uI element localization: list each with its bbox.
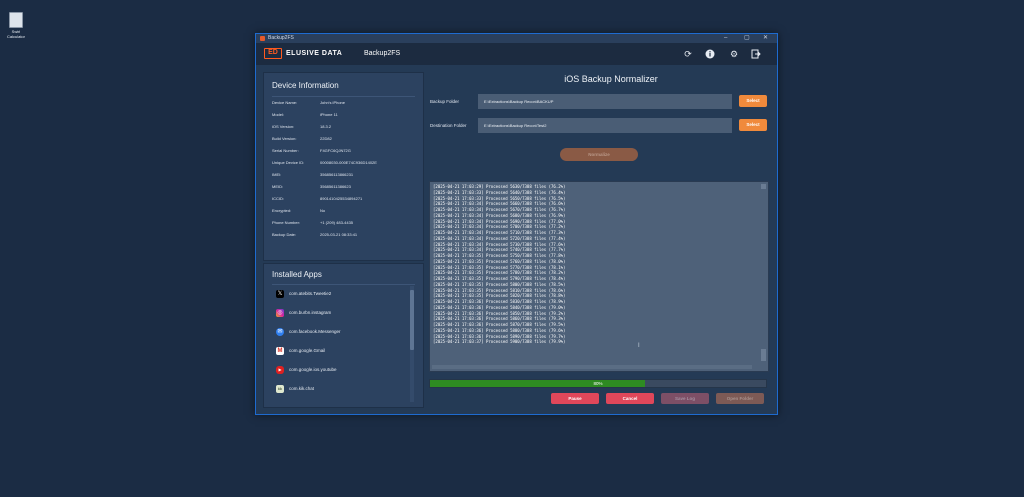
gmail-icon: M: [276, 347, 284, 355]
field-label: Device Name:: [272, 100, 298, 105]
app-name: com.atebits.Tweetie2: [289, 291, 332, 296]
device-info-title: Device Information: [272, 81, 339, 90]
app-name: com.burbn.instagram: [289, 310, 332, 315]
destination-folder-input[interactable]: [478, 118, 732, 133]
field-label: Build Version:: [272, 136, 297, 141]
log-text: [2025-04-21 17:03:29] Processed 5630/738…: [433, 184, 566, 345]
refresh-icon[interactable]: ⟳: [682, 48, 694, 60]
instagram-icon: ◎: [276, 309, 284, 317]
backup-folder-input[interactable]: [478, 94, 732, 109]
open-folder-button[interactable]: Open Folder: [716, 393, 764, 404]
app-name: Backup2FS: [364, 50, 401, 57]
apps-scrollbar[interactable]: [410, 286, 414, 402]
desktop-icon-swirl-calculator[interactable]: Swirl Calculator: [6, 12, 26, 39]
field-value: 35685611386623: [320, 184, 351, 189]
field-value: No: [320, 208, 326, 213]
elusive-data-logo: ED: [264, 48, 282, 59]
field-value: 22D82: [320, 136, 332, 141]
device-info-panel: Device Information Device Name: John's i…: [263, 72, 424, 261]
field-label: Serial Number:: [272, 148, 299, 153]
desktop-icon-label: Swirl Calculator: [6, 29, 25, 39]
brand-name: ELUSIVE DATA: [286, 50, 343, 57]
field-label: Phone Number:: [272, 220, 301, 225]
info-icon[interactable]: [704, 48, 716, 60]
field-label: ICCID:: [272, 196, 284, 201]
field-value: +1 (209) 483-4435: [320, 220, 354, 225]
progress-bar: 80%: [429, 379, 767, 388]
field-value: iPhone 11: [320, 112, 338, 117]
field-label: Backup Date:: [272, 232, 297, 237]
app-name: com.google.ios.youtube: [289, 367, 337, 372]
app-window: Backup2FS – ▢ ✕ ED ELUSIVE DATA Backup2F…: [255, 33, 778, 415]
progress-label: 80%: [593, 381, 603, 386]
text-cursor-icon: I: [638, 343, 640, 349]
select-backup-folder-button[interactable]: Select: [739, 95, 767, 107]
field-value: 2025-03-21 08:33:41: [320, 232, 358, 237]
field-value: 356856113866231: [320, 172, 354, 177]
field-value: John's iPhone: [320, 100, 346, 105]
log-horizontal-scrollbar[interactable]: [432, 365, 752, 369]
divider: [272, 96, 415, 97]
window-title: Backup2FS: [268, 35, 294, 41]
calculator-icon: [9, 12, 23, 28]
app-icon: [260, 36, 265, 41]
installed-apps-title: Installed Apps: [272, 270, 322, 279]
app-name: com.kik.chat: [289, 386, 315, 391]
messenger-icon: ✉: [276, 328, 284, 336]
gear-icon[interactable]: ⚙: [728, 48, 740, 60]
field-label: MEID:: [272, 184, 284, 189]
page-title: iOS Backup Normalizer: [564, 74, 658, 84]
log-output[interactable]: [2025-04-21 17:03:29] Processed 5630/738…: [429, 181, 769, 372]
field-label: Model:: [272, 112, 285, 117]
app-name: com.google.Gmail: [289, 348, 326, 353]
title-bar[interactable]: Backup2FS – ▢ ✕: [256, 34, 777, 43]
cancel-button[interactable]: Cancel: [606, 393, 654, 404]
select-destination-folder-button[interactable]: Select: [739, 119, 767, 131]
field-label: Unique Device ID:: [272, 160, 305, 165]
field-label: iOS Version:: [272, 124, 295, 129]
field-label: Encrypted:: [272, 208, 292, 213]
pause-button[interactable]: Pause: [551, 393, 599, 404]
field-value: 8901410425534894271: [320, 196, 363, 201]
field-value: 00008030-000E74C936D1402E: [320, 160, 377, 165]
maximize-button[interactable]: ▢: [744, 34, 750, 43]
backup-folder-label: Backup Folder: [430, 99, 460, 104]
x-icon: 𝕏: [276, 290, 284, 298]
minimize-button[interactable]: –: [724, 34, 727, 43]
destination-folder-label: Destination Folder: [430, 123, 467, 128]
scroll-up-arrow[interactable]: [761, 184, 766, 189]
exit-icon[interactable]: [750, 48, 762, 60]
scrollbar-thumb[interactable]: [410, 290, 414, 350]
close-button[interactable]: ✕: [763, 34, 768, 43]
installed-apps-panel: Installed Apps 𝕏 com.atebits.Tweetie2 ◎ …: [263, 263, 424, 408]
kik-icon: kik: [276, 385, 284, 393]
field-value: 18.3.2: [320, 124, 332, 129]
app-name: com.facebook.Messenger: [289, 329, 341, 334]
log-scrollbar-thumb[interactable]: [761, 349, 766, 361]
field-label: IMEI:: [272, 172, 282, 177]
field-value: F4GFC6QJN72G: [320, 148, 351, 153]
youtube-icon: ▶: [276, 366, 284, 374]
save-log-button[interactable]: Save Log: [661, 393, 709, 404]
normalize-button[interactable]: Normalize: [560, 148, 638, 161]
divider: [272, 284, 415, 285]
app-header: ED ELUSIVE DATA Backup2FS ⟳ ⚙: [256, 43, 777, 65]
